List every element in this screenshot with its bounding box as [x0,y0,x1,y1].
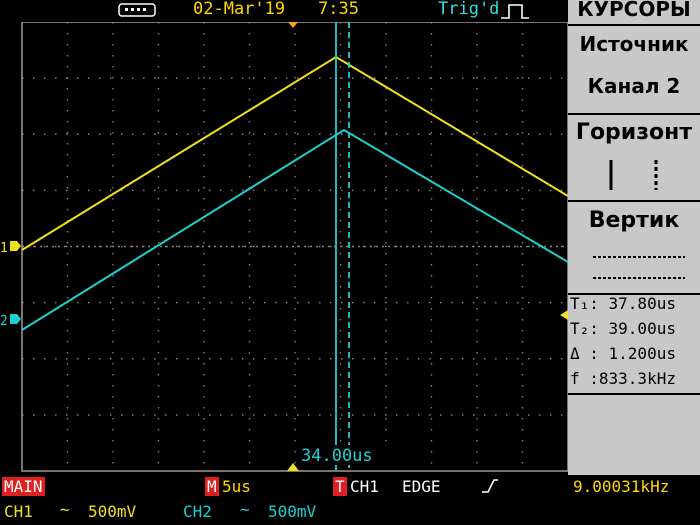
trigger-type: EDGE [402,477,441,496]
date-display: 02-Mar'19 [193,0,286,19]
ch2-marker-label: 2 [0,314,8,329]
mode-label: MAIN [2,477,45,496]
vertical-cursor-icon[interactable] [568,245,700,295]
frequency-readout: f :833.3kHz [570,369,676,388]
t1-readout: T₁: 37.80us [570,294,676,313]
ch1-marker-label: 1 [0,241,8,256]
ch1-coupling-icon: ~ [60,500,70,519]
vertical-cursor-label[interactable]: Вертик [568,208,700,233]
rising-edge-icon [501,4,529,19]
timebase-tag: M [205,477,219,496]
cursor-readout: 34.00us [301,446,373,466]
horizontal-cursor-icon[interactable] [568,155,700,197]
cursor-menu-panel: КУРСОРЫ Источник Канал 2 Горизонт Вертик… [568,0,700,475]
ch2-marker [10,314,21,324]
status-bar: 02-Mar'19 7:35 Trig'd [0,0,568,22]
ch2-scale: 500mV [268,502,317,521]
waveform-display: 1 2 34.00us [0,21,568,475]
ch1-scale: 500mV [88,502,137,521]
t2-readout: T₂: 39.00us [570,319,676,338]
ch2-coupling-icon: ~ [240,500,250,519]
ch1-marker [10,241,21,251]
timebase-value: 5us [222,477,251,496]
trigger-tag: T [333,477,347,496]
bottom-status-bar: MAIN M 5us T CH1 EDGE 9.00031kHz CH1 ~ 5… [0,475,700,525]
horizontal-cursor-label[interactable]: Горизонт [568,120,700,145]
source-value[interactable]: Канал 2 [568,74,700,98]
source-label[interactable]: Источник [568,32,700,56]
delta-readout: Δ : 1.200us [570,344,676,363]
usb-icon [118,3,156,17]
time-display: 7:35 [318,0,359,19]
ch1-label: CH1 [4,502,33,521]
menu-title: КУРСОРЫ [577,0,691,21]
ch2-label: CH2 [183,502,212,521]
trigger-source: CH1 [350,477,379,496]
rising-slope-icon [482,479,498,493]
trigger-status: Trig'd [438,0,500,19]
trigger-frequency: 9.00031kHz [573,477,670,496]
